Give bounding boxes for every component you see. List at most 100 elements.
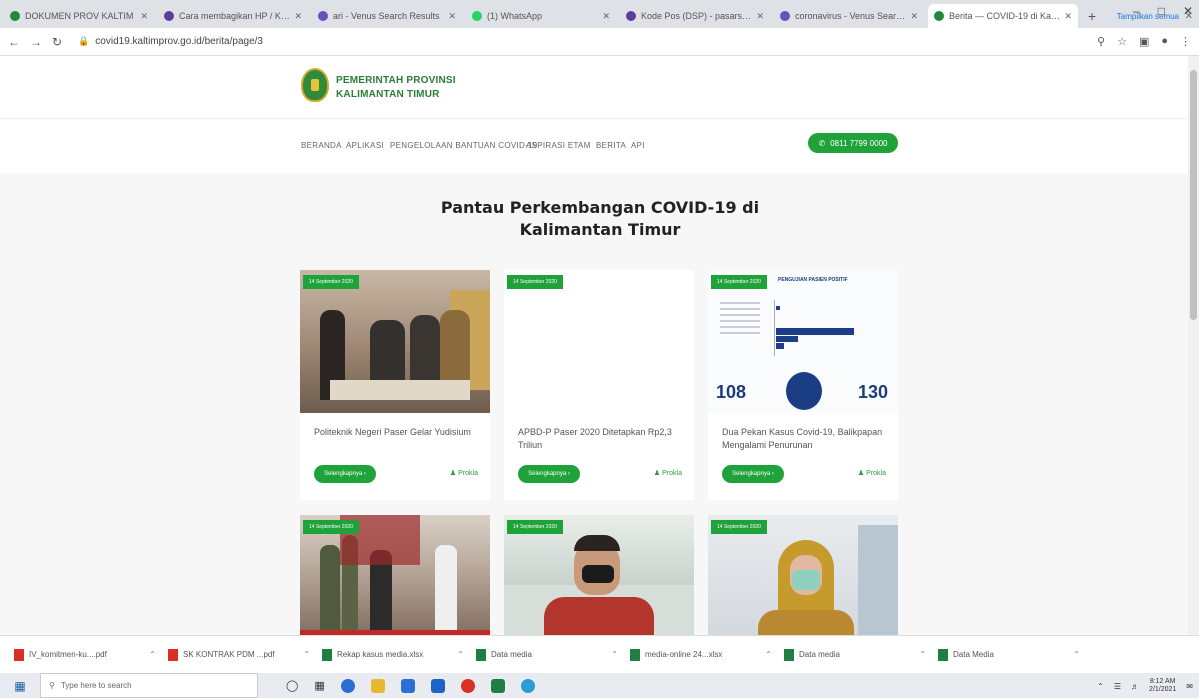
close-tab-icon[interactable]: ✕ bbox=[448, 11, 456, 22]
download-item[interactable]: Data media ⌃ bbox=[784, 648, 934, 661]
store-icon[interactable] bbox=[400, 678, 415, 693]
excel-icon[interactable] bbox=[490, 678, 505, 693]
chevron-up-icon[interactable]: ⌃ bbox=[457, 650, 472, 659]
read-more-button[interactable]: Selengkapnya › bbox=[314, 465, 376, 483]
page-title-line-1: Pantau Perkembangan COVID-19 di bbox=[440, 198, 760, 217]
chevron-up-icon[interactable]: ⌃ bbox=[919, 650, 934, 659]
chevron-up-icon[interactable]: ⌃ bbox=[1073, 650, 1088, 659]
browser-tab[interactable]: DOKUMEN PROV KALTIM ✕ bbox=[4, 4, 154, 28]
stat-value-1: 108 bbox=[716, 382, 747, 402]
news-card[interactable]: 14 September 2020 Politeknik Negeri Pase… bbox=[300, 270, 490, 500]
chevron-up-icon[interactable]: ⌃ bbox=[303, 650, 318, 659]
download-item[interactable]: SK KONTRAK PDM ...pdf ⌃ bbox=[168, 648, 318, 661]
file-icon bbox=[168, 648, 178, 661]
news-title[interactable]: Politeknik Negeri Paser Gelar Yudisium bbox=[314, 426, 480, 439]
news-image[interactable]: 14 September 2020 bbox=[504, 270, 694, 413]
chrome-icon[interactable] bbox=[340, 678, 355, 693]
browser-tab[interactable]: Cara membagikan HP / Kaltim ✕ bbox=[158, 4, 308, 28]
url-text: covid19.kaltimprov.go.id/berita/page/3 bbox=[95, 36, 263, 47]
browser-tab[interactable]: Berita — COVID-19 di Kalimantan✕ bbox=[928, 4, 1078, 28]
read-more-button[interactable]: Selengkapnya › bbox=[518, 465, 580, 483]
mail-icon[interactable] bbox=[430, 678, 445, 693]
download-item[interactable]: media-online 24...xlsx ⌃ bbox=[630, 648, 780, 661]
logo-line-1: PEMERINTAH PROVINSI bbox=[336, 75, 456, 86]
windows-start-icon[interactable]: ▦ bbox=[0, 679, 40, 693]
close-tab-icon[interactable]: ✕ bbox=[1064, 11, 1072, 22]
widgets-icon[interactable]: ▦ bbox=[314, 679, 324, 692]
browser-tab[interactable]: (1) WhatsApp ✕ bbox=[466, 4, 616, 28]
nav-berita[interactable]: BERITA bbox=[596, 141, 626, 150]
download-filename: Rekap kasus media.xlsx bbox=[337, 650, 424, 659]
taskbar-clock[interactable]: 8:12 AM 2/1/2021 bbox=[1149, 678, 1176, 694]
chevron-up-icon[interactable]: ⌃ bbox=[765, 650, 780, 659]
browser-app-icon[interactable] bbox=[460, 678, 475, 693]
news-image[interactable]: 14 September 2020 bbox=[300, 515, 490, 635]
browser-tab[interactable]: ari - Venus Search Results ✕ bbox=[312, 4, 462, 28]
forward-icon[interactable]: → bbox=[30, 35, 42, 49]
file-explorer-icon[interactable] bbox=[370, 678, 385, 693]
phone-icon: ✆ bbox=[818, 138, 826, 148]
tab-favicon-icon bbox=[780, 11, 790, 21]
notification-icon[interactable]: ✉ bbox=[1186, 682, 1193, 691]
volume-icon[interactable]: ♬ bbox=[1131, 682, 1139, 691]
news-image[interactable]: 14 September 2020 bbox=[504, 515, 694, 635]
browser-tab[interactable]: Kode Pos (DSP) - pasarsatu ✕ bbox=[620, 4, 770, 28]
task-view-icon[interactable]: ◯ bbox=[286, 679, 298, 692]
back-icon[interactable]: ← bbox=[8, 35, 20, 49]
bookmark-star-icon[interactable]: ☆ bbox=[1117, 35, 1127, 48]
lock-icon: 🔒 bbox=[78, 36, 90, 46]
close-tab-icon[interactable]: ✕ bbox=[294, 11, 302, 22]
close-tab-icon[interactable]: ✕ bbox=[910, 11, 918, 22]
news-card[interactable]: 14 September 2020 bbox=[300, 515, 490, 635]
taskbar-search-input[interactable]: ⚲ Type here to search bbox=[40, 673, 258, 698]
site-logo-text[interactable]: PEMERINTAH PROVINSI KALIMANTAN TIMUR bbox=[336, 74, 456, 102]
news-card[interactable]: PENGUJIAN PASIEN POSITIF 108 130 14 Sept… bbox=[708, 270, 898, 500]
close-tab-icon[interactable]: ✕ bbox=[602, 11, 610, 22]
nav-api[interactable]: API bbox=[631, 141, 645, 150]
tab-title: Cara membagikan HP / Kaltim bbox=[179, 11, 291, 21]
author-label: ♟ Prokla bbox=[858, 469, 886, 477]
nav-aplikasi[interactable]: APLIKASI bbox=[346, 141, 384, 150]
news-title[interactable]: APBD-P Paser 2020 Ditetapkan Rp2,3 Trili… bbox=[518, 426, 684, 452]
phone-button[interactable]: ✆ 0811 7799 0000 bbox=[808, 133, 898, 153]
news-title[interactable]: Dua Pekan Kasus Covid-19, Balikpapan Men… bbox=[722, 426, 888, 452]
author-name: Prokla bbox=[662, 470, 682, 477]
edge-icon[interactable] bbox=[520, 678, 535, 693]
tray-chevron-icon[interactable]: ⌃ bbox=[1097, 682, 1104, 691]
user-icon: ♟ bbox=[449, 470, 457, 477]
news-card[interactable]: 14 September 2020 bbox=[708, 515, 898, 635]
extension-icon[interactable]: ▣ bbox=[1139, 35, 1149, 48]
menu-icon[interactable]: ⋮ bbox=[1180, 35, 1191, 48]
windows-taskbar: ▦ ⚲ Type here to search ◯ ▦ ⌃ ☰ ♬ 8:12 A… bbox=[0, 673, 1199, 698]
download-item[interactable]: Data media ⌃ bbox=[476, 648, 626, 661]
scrollbar-thumb[interactable] bbox=[1190, 70, 1197, 320]
news-image[interactable]: PENGUJIAN PASIEN POSITIF 108 130 14 Sept… bbox=[708, 270, 898, 413]
zoom-icon[interactable]: ⚲ bbox=[1097, 35, 1105, 48]
show-all-downloads-link[interactable]: Tampilkan semua bbox=[1117, 12, 1179, 21]
user-icon: ♟ bbox=[653, 470, 661, 477]
network-icon[interactable]: ☰ bbox=[1114, 682, 1121, 691]
news-image[interactable]: 14 September 2020 bbox=[708, 515, 898, 635]
download-item[interactable]: IV_komitmen-ku....pdf ⌃ bbox=[14, 648, 164, 661]
news-card[interactable]: 14 September 2020 bbox=[504, 515, 694, 635]
news-image[interactable]: 14 September 2020 bbox=[300, 270, 490, 413]
close-tab-icon[interactable]: ✕ bbox=[140, 11, 148, 22]
nav-beranda[interactable]: BERANDA bbox=[301, 141, 342, 150]
read-more-button[interactable]: Selengkapnya › bbox=[722, 465, 784, 483]
download-filename: IV_komitmen-ku....pdf bbox=[29, 650, 107, 659]
url-input[interactable]: 🔒 covid19.kaltimprov.go.id/berita/page/3 bbox=[72, 32, 1087, 52]
browser-tab[interactable]: coronavirus - Venus Search Re ✕ bbox=[774, 4, 924, 28]
download-item[interactable]: Rekap kasus media.xlsx ⌃ bbox=[322, 648, 472, 661]
download-item[interactable]: Data Media ⌃ bbox=[938, 648, 1088, 661]
nav-pengelolaan-bantuan[interactable]: PENGELOLAAN BANTUAN COVID-19 bbox=[390, 141, 538, 150]
profile-icon[interactable]: ● bbox=[1161, 35, 1168, 48]
chevron-up-icon[interactable]: ⌃ bbox=[611, 650, 626, 659]
kaltim-emblem-icon[interactable] bbox=[301, 68, 329, 102]
nav-aspirasi-etam[interactable]: ASPIRASI ETAM bbox=[526, 141, 591, 150]
reload-icon[interactable]: ↻ bbox=[52, 35, 62, 49]
chevron-up-icon[interactable]: ⌃ bbox=[149, 650, 164, 659]
close-downloads-icon[interactable]: ✕ bbox=[1185, 11, 1193, 22]
new-tab-button[interactable]: + bbox=[1082, 4, 1102, 28]
close-tab-icon[interactable]: ✕ bbox=[756, 11, 764, 22]
news-card[interactable]: 14 September 2020 APBD-P Paser 2020 Dite… bbox=[504, 270, 694, 500]
